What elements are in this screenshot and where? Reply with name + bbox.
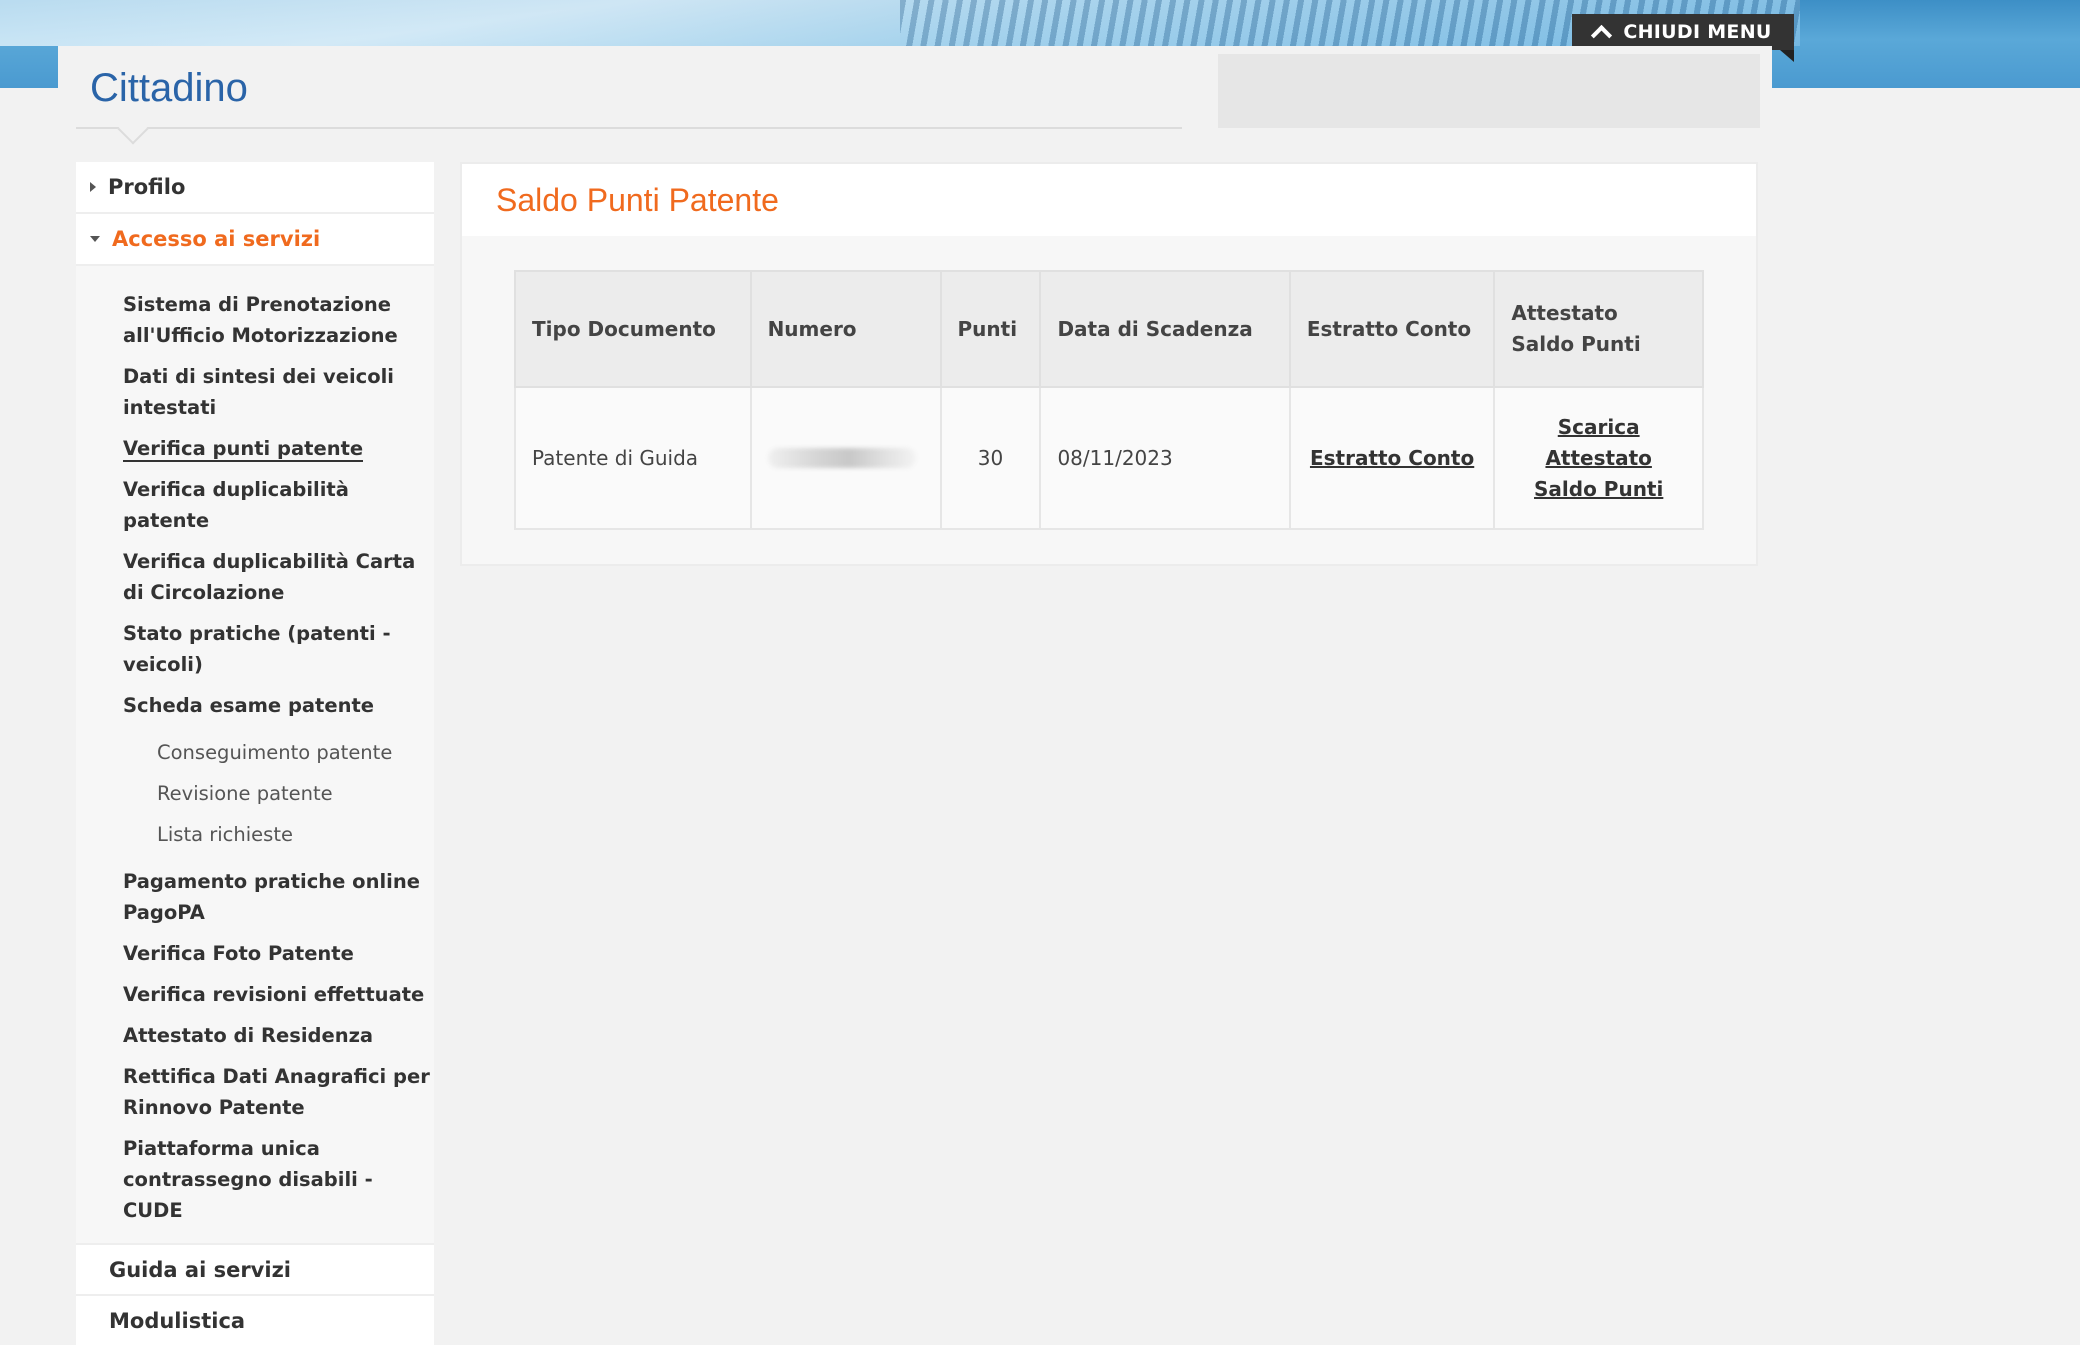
sidebar-item-profilo[interactable]: Profilo bbox=[76, 162, 434, 214]
caret-right-icon bbox=[90, 182, 96, 192]
page-title: Cittadino bbox=[90, 66, 248, 111]
sidebar-submenu: Sistema di Prenotazione all'Ufficio Moto… bbox=[76, 266, 434, 1243]
sidebar-link-stato-pratiche[interactable]: Stato pratiche (patenti - veicoli) bbox=[76, 613, 434, 685]
estratto-conto-link[interactable]: Estratto Conto bbox=[1310, 446, 1474, 470]
sidebar-link-revisione[interactable]: Revisione patente bbox=[76, 773, 434, 814]
column-header-estratto: Estratto Conto bbox=[1290, 271, 1495, 387]
column-header-scadenza: Data di Scadenza bbox=[1040, 271, 1289, 387]
cell-punti: 30 bbox=[941, 387, 1041, 529]
sidebar-nav: Profilo Accesso ai servizi Sistema di Pr… bbox=[76, 162, 434, 1345]
sidebar-link-duplicabilita-carta[interactable]: Verifica duplicabilità Carta di Circolaz… bbox=[76, 541, 434, 613]
sidebar-item-guida[interactable]: Guida ai servizi bbox=[76, 1243, 434, 1294]
sidebar-link-lista-richieste[interactable]: Lista richieste bbox=[76, 814, 434, 855]
cell-numero-redacted bbox=[751, 387, 941, 529]
sidebar-link-foto-patente[interactable]: Verifica Foto Patente bbox=[76, 933, 434, 974]
sidebar-link-revisioni[interactable]: Verifica revisioni effettuate bbox=[76, 974, 434, 1015]
menu-button-fold bbox=[1780, 50, 1794, 62]
header-placeholder-box bbox=[1218, 54, 1760, 128]
sidebar-link-dati-veicoli[interactable]: Dati di sintesi dei veicoli intestati bbox=[76, 356, 434, 428]
caret-down-icon bbox=[90, 236, 100, 242]
column-header-attestato: Attestato Saldo Punti bbox=[1494, 271, 1703, 387]
column-header-tipo: Tipo Documento bbox=[515, 271, 751, 387]
sidebar-link-rettifica[interactable]: Rettifica Dati Anagrafici per Rinnovo Pa… bbox=[76, 1056, 434, 1128]
sidebar-link-residenza[interactable]: Attestato di Residenza bbox=[76, 1015, 434, 1056]
close-menu-button[interactable]: CHIUDI MENU bbox=[1572, 14, 1794, 50]
sidebar-link-prenotazione[interactable]: Sistema di Prenotazione all'Ufficio Moto… bbox=[76, 284, 434, 356]
punti-table: Tipo Documento Numero Punti Data di Scad… bbox=[514, 270, 1704, 530]
column-header-punti: Punti bbox=[941, 271, 1041, 387]
chevron-up-icon bbox=[1591, 24, 1612, 45]
sidebar-link-verifica-punti[interactable]: Verifica punti patente bbox=[76, 428, 434, 469]
sidebar-link-pagopa[interactable]: Pagamento pratiche online PagoPA bbox=[76, 861, 434, 933]
cell-scadenza: 08/11/2023 bbox=[1040, 387, 1289, 529]
sidebar-item-accesso-servizi[interactable]: Accesso ai servizi bbox=[76, 214, 434, 266]
cell-estratto: Estratto Conto bbox=[1290, 387, 1495, 529]
title-divider bbox=[76, 127, 1182, 129]
sidebar-item-label: Accesso ai servizi bbox=[112, 227, 320, 251]
sidebar-link-scheda-esame[interactable]: Scheda esame patente bbox=[76, 685, 434, 726]
saldo-punti-panel: Saldo Punti Patente Tipo Documento Numer… bbox=[460, 162, 1758, 566]
panel-header: Saldo Punti Patente bbox=[462, 164, 1756, 236]
close-menu-label: CHIUDI MENU bbox=[1623, 21, 1771, 43]
scarica-attestato-link[interactable]: Scarica Attestato Saldo Punti bbox=[1534, 415, 1663, 501]
sidebar-link-label: Verifica punti patente bbox=[123, 437, 363, 462]
sidebar-link-conseguimento[interactable]: Conseguimento patente bbox=[76, 732, 434, 773]
table-header-row: Tipo Documento Numero Punti Data di Scad… bbox=[515, 271, 1703, 387]
panel-title: Saldo Punti Patente bbox=[496, 182, 779, 219]
table-row: Patente di Guida 30 08/11/2023 Estratto … bbox=[515, 387, 1703, 529]
redacted-number bbox=[768, 448, 916, 468]
sidebar-link-cude[interactable]: Piattaforma unica contrassegno disabili … bbox=[76, 1128, 434, 1231]
column-header-numero: Numero bbox=[751, 271, 941, 387]
sidebar-item-label: Profilo bbox=[108, 175, 185, 199]
cell-tipo: Patente di Guida bbox=[515, 387, 751, 529]
sidebar-link-duplicabilita-patente[interactable]: Verifica duplicabilità patente bbox=[76, 469, 434, 541]
cell-attestato: Scarica Attestato Saldo Punti bbox=[1494, 387, 1703, 529]
